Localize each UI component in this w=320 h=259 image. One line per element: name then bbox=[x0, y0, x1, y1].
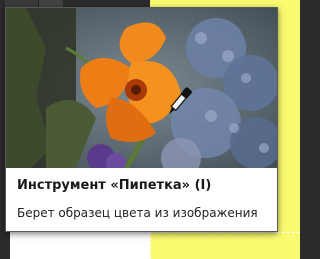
selection-marquee-edge bbox=[150, 232, 300, 233]
tooltip-preview-image bbox=[6, 8, 277, 168]
canvas-white-area[interactable] bbox=[10, 232, 150, 259]
selection-marquee-edge-vertical bbox=[150, 232, 151, 259]
tool-tooltip: Инструмент «Пипетка» (I) Берет образец ц… bbox=[5, 7, 278, 232]
tooltip-description: Берет образец цвета из изображения bbox=[17, 206, 258, 220]
tooltip-title: Инструмент «Пипетка» (I) bbox=[17, 178, 212, 193]
